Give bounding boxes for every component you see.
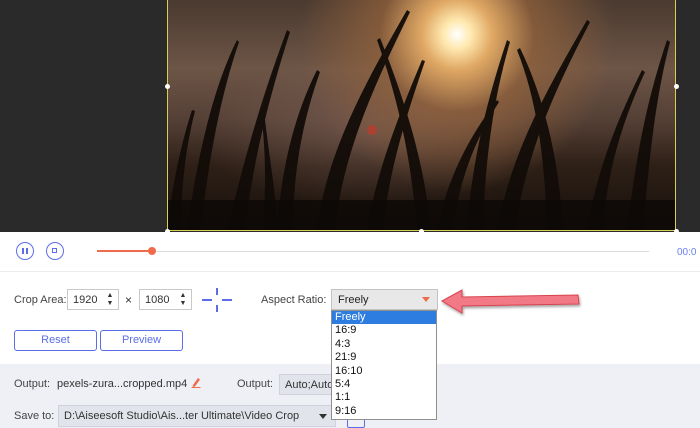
aspect-option[interactable]: 5:4 — [332, 378, 436, 391]
aspect-ratio-dropdown[interactable]: Freely 16:9 4:3 21:9 16:10 5:4 1:1 9:16 — [331, 310, 437, 420]
spin-arrows[interactable]: ▲ ▼ — [178, 292, 188, 308]
callout-arrow — [440, 289, 580, 314]
progress-track[interactable] — [97, 251, 649, 252]
crosshair-center-icon[interactable] — [202, 288, 232, 312]
crop-height-value: 1080 — [145, 294, 170, 306]
chevron-down-icon — [422, 297, 430, 302]
output-format-label: Output: — [237, 378, 274, 390]
preview-button[interactable]: Preview — [100, 330, 183, 351]
aspect-option[interactable]: 21:9 — [332, 351, 436, 364]
stop-icon[interactable] — [46, 242, 64, 260]
aspect-option[interactable]: 16:10 — [332, 365, 436, 378]
aspect-ratio-select[interactable]: Freely — [331, 289, 438, 310]
crop-frame[interactable] — [167, 0, 676, 231]
crop-height-input[interactable]: 1080 ▲ ▼ — [139, 289, 192, 310]
chevron-down-icon[interactable] — [319, 414, 327, 419]
pause-icon[interactable] — [16, 242, 34, 260]
crop-handle-right[interactable] — [674, 84, 679, 89]
aspect-option[interactable]: 4:3 — [332, 338, 436, 351]
time-display: 00:0 — [677, 247, 697, 258]
crop-width-input[interactable]: 1920 ▲ ▼ — [67, 289, 119, 310]
video-preview-area — [0, 0, 700, 234]
output-format-select[interactable]: Auto;Auto — [279, 374, 336, 395]
reset-button[interactable]: Reset — [14, 330, 97, 351]
times-symbol: × — [125, 293, 133, 307]
playback-bar — [0, 232, 700, 272]
crop-width-value: 1920 — [73, 294, 98, 306]
aspect-option[interactable]: 1:1 — [332, 391, 436, 404]
aspect-option[interactable]: 9:16 — [332, 405, 436, 418]
aspect-option[interactable]: Freely — [332, 311, 436, 325]
pencil-icon[interactable] — [191, 376, 201, 388]
crop-handle-left[interactable] — [165, 84, 170, 89]
crop-area-label: Crop Area: — [14, 294, 67, 306]
save-to-label: Save to: — [14, 410, 55, 422]
output-label: Output: — [14, 378, 51, 390]
progress-knob[interactable] — [148, 247, 156, 255]
save-path-select[interactable]: D:\Aiseesoft Studio\Ais...ter Ultimate\V… — [58, 405, 336, 427]
aspect-ratio-label: Aspect Ratio: — [261, 294, 327, 306]
output-file-name: pexels-zura...cropped.mp4 — [57, 378, 188, 390]
aspect-option[interactable]: 16:9 — [332, 324, 436, 337]
progress-fill — [97, 250, 152, 252]
spin-arrows[interactable]: ▲ ▼ — [105, 292, 115, 308]
aspect-ratio-selected: Freely — [338, 294, 369, 306]
